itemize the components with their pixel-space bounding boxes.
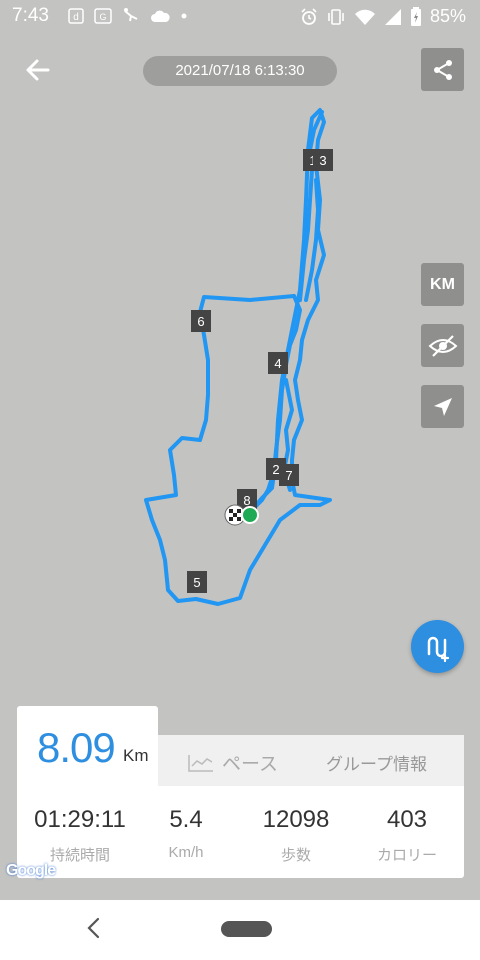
tab-distance[interactable]: 8.09 Km	[17, 706, 158, 786]
google-attribution: Google	[6, 862, 56, 879]
km-label: KM	[430, 275, 455, 293]
arrow-left-icon	[26, 59, 50, 81]
marker-6[interactable]: 6	[191, 310, 211, 332]
svg-text:8: 8	[243, 493, 250, 508]
svg-text:3: 3	[319, 153, 326, 168]
svg-text:d: d	[73, 12, 79, 23]
alarm-icon	[301, 7, 317, 25]
marker-3[interactable]: 3	[313, 149, 333, 171]
tab-group-info[interactable]: グループ情報	[326, 750, 427, 775]
route-track	[144, 108, 332, 606]
stat-calories: 403 カロリー	[367, 806, 447, 865]
svg-text:2: 2	[272, 462, 279, 477]
stats-panel: 8.09 Km ペース グループ情報 01:29:11 持続時間 5.4 Km/…	[17, 706, 464, 878]
dot-icon	[181, 13, 187, 19]
marker-4[interactable]: 4	[268, 352, 288, 374]
stat-steps-label: 歩数	[280, 847, 311, 864]
status-bar: 7:43 d G 85%	[0, 0, 480, 34]
nav-back-icon[interactable]	[84, 916, 104, 940]
cloud-icon	[151, 10, 170, 22]
system-nav-bar	[0, 900, 480, 960]
status-left-icons: d G	[68, 7, 188, 25]
vibrate-icon	[328, 8, 344, 25]
marker-5[interactable]: 5	[187, 571, 207, 593]
start-point-icon	[241, 506, 259, 524]
km-markers-button[interactable]: KM	[421, 263, 464, 306]
share-button[interactable]	[421, 48, 464, 91]
stat-speed-label: Km/h	[168, 844, 204, 861]
battery-percent: 85%	[429, 6, 466, 26]
route-plus-icon	[427, 636, 449, 662]
battery-icon	[410, 6, 421, 26]
status-time: 7:43	[12, 5, 49, 26]
svg-text:4: 4	[274, 356, 281, 371]
svg-text:7: 7	[285, 468, 292, 483]
share-icon	[433, 59, 452, 80]
navigation-arrow-icon	[433, 397, 452, 416]
route-segment-main	[144, 108, 332, 606]
stat-calories-label: カロリー	[376, 847, 437, 864]
svg-text:G: G	[99, 12, 106, 22]
stat-duration: 01:29:11 持続時間	[25, 806, 135, 865]
distance-unit: Km	[123, 746, 149, 765]
signal-icon	[384, 8, 401, 25]
toggle-visibility-button[interactable]	[421, 324, 464, 367]
svg-text:6: 6	[197, 314, 204, 329]
stat-duration-value: 01:29:11	[34, 806, 126, 833]
google-translate-icon: G	[94, 8, 112, 24]
d-app-icon: d	[68, 8, 84, 24]
stat-steps: 12098 歩数	[252, 806, 340, 865]
pace-chart-icon	[188, 754, 213, 772]
my-location-button[interactable]	[421, 385, 464, 428]
distance-value: 8.09	[37, 724, 116, 771]
svg-text:5: 5	[193, 575, 200, 590]
add-route-button[interactable]	[411, 620, 464, 673]
back-button[interactable]	[20, 52, 56, 88]
wifi-icon	[354, 9, 375, 25]
tab-pace[interactable]: ペース	[188, 749, 278, 776]
marker-7[interactable]: 7	[279, 464, 299, 486]
tab-strip: ペース グループ情報	[158, 735, 464, 786]
step-icon	[124, 8, 138, 22]
activity-datetime: 2021/07/18 6:13:30	[143, 56, 337, 86]
status-right-icons: 85%	[300, 6, 466, 27]
eye-off-icon	[428, 334, 457, 357]
stat-calories-value: 403	[386, 806, 428, 833]
tab-pace-label: ペース	[222, 754, 279, 775]
stat-steps-value: 12098	[262, 806, 330, 833]
stat-speed: 5.4 Km/h	[151, 806, 221, 861]
stats-summary: 01:29:11 持続時間 5.4 Km/h 12098 歩数 403 カロリー	[17, 786, 464, 878]
stat-speed-value: 5.4	[169, 806, 203, 833]
home-pill[interactable]	[221, 921, 272, 937]
